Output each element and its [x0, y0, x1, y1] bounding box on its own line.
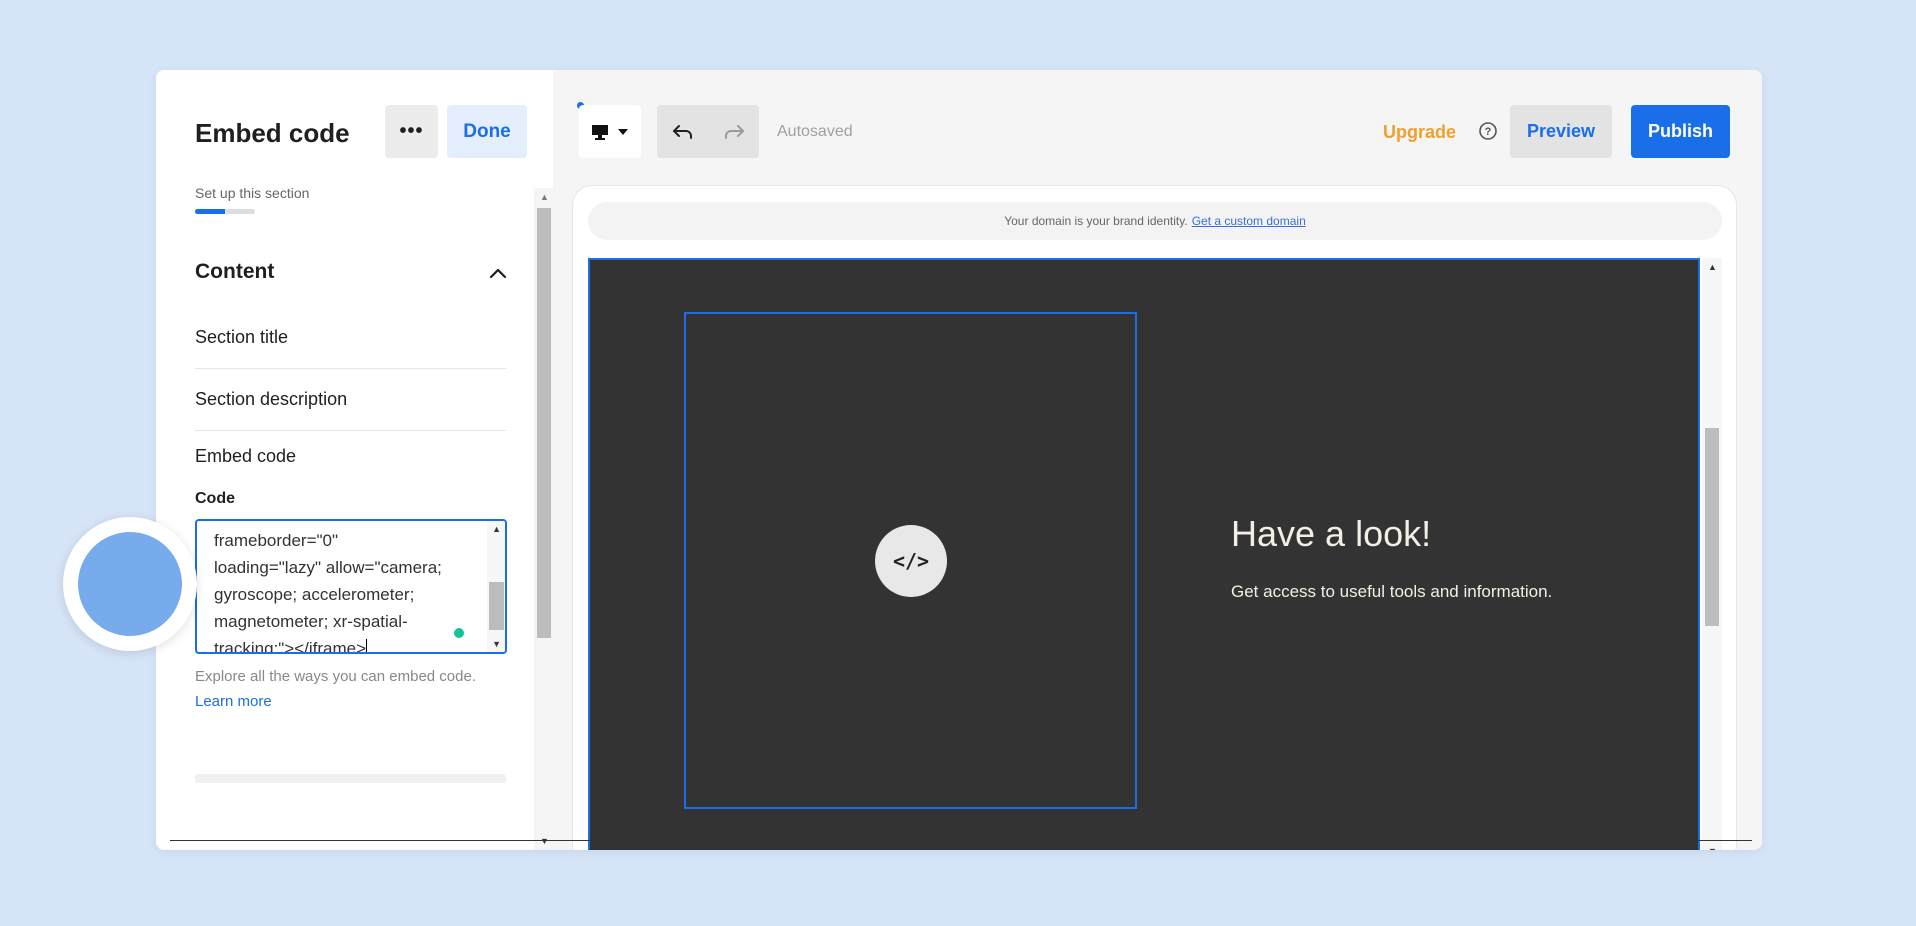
section-title-label: Section title: [195, 327, 289, 347]
site-preview-frame: Your domain is your brand identity. Get …: [572, 185, 1737, 850]
device-selector[interactable]: [579, 105, 641, 158]
undo-redo-group: [657, 105, 759, 158]
embed-section[interactable]: </> Have a look! Get access to useful to…: [588, 258, 1700, 850]
svg-text:?: ?: [1485, 126, 1492, 138]
code-scroll-thumb[interactable]: [489, 582, 504, 630]
scroll-down-icon[interactable]: ▼: [540, 836, 549, 846]
redo-icon: [724, 124, 744, 139]
editor-canvas-area: Autosaved Upgrade ? Preview Publish Your…: [553, 70, 1762, 850]
click-indicator-dot: [78, 532, 182, 636]
code-value: frameborder="0" loading="lazy" allow="ca…: [214, 527, 479, 652]
embed-code-label: Embed code: [195, 446, 297, 466]
upgrade-link[interactable]: Upgrade: [1383, 122, 1456, 143]
undo-button[interactable]: [657, 105, 708, 158]
panel-scroll-thumb[interactable]: [537, 208, 551, 638]
help-icon[interactable]: ?: [1478, 121, 1498, 141]
section-description-field[interactable]: Section description: [195, 369, 506, 431]
text-caret: [366, 639, 368, 652]
domain-banner: Your domain is your brand identity. Get …: [588, 202, 1722, 240]
scroll-up-icon[interactable]: ▲: [492, 524, 501, 534]
preview-scrollbar[interactable]: ▲ ▼: [1702, 258, 1722, 850]
done-button[interactable]: Done: [447, 105, 527, 158]
setup-progress-fill: [195, 209, 225, 214]
panel-title: Embed code: [195, 118, 350, 148]
publish-button[interactable]: Publish: [1631, 105, 1730, 158]
caret-down-icon: [618, 128, 628, 135]
bottom-divider: [170, 840, 1752, 841]
click-indicator: [63, 517, 197, 651]
section-title-field[interactable]: Section title: [195, 307, 506, 369]
chevron-up-icon[interactable]: [486, 262, 510, 286]
scroll-down-icon[interactable]: ▼: [1708, 846, 1717, 850]
code-label: Code: [195, 490, 235, 507]
redo-button[interactable]: [708, 105, 759, 158]
setup-label: Set up this section: [195, 185, 310, 201]
autosaved-status: Autosaved: [777, 123, 853, 140]
help-text: Explore all the ways you can embed code.: [195, 668, 476, 685]
domain-banner-text: Your domain is your brand identity.: [1004, 214, 1188, 228]
preview-button[interactable]: Preview: [1510, 105, 1612, 158]
editor-window: Embed code ••• Done Set up this section …: [156, 70, 1762, 850]
custom-domain-link[interactable]: Get a custom domain: [1192, 214, 1306, 228]
scroll-up-icon[interactable]: ▲: [540, 192, 549, 202]
code-icon: </>: [875, 525, 947, 597]
embed-placeholder[interactable]: </>: [684, 312, 1137, 809]
section-description-label: Section description: [195, 389, 348, 409]
more-options-button[interactable]: •••: [385, 105, 438, 158]
code-textarea[interactable]: frameborder="0" loading="lazy" allow="ca…: [195, 519, 507, 654]
section-description[interactable]: Get access to useful tools and informati…: [1231, 582, 1552, 602]
next-section-divider: [195, 774, 506, 783]
learn-more-link[interactable]: Learn more: [195, 693, 272, 710]
scroll-down-icon[interactable]: ▼: [492, 639, 501, 649]
undo-icon: [672, 124, 692, 139]
setup-progress: [195, 209, 255, 214]
preview-scroll-thumb[interactable]: [1705, 428, 1719, 626]
code-scrollbar[interactable]: ▲ ▼: [487, 521, 505, 652]
grammarly-indicator-icon[interactable]: [454, 628, 464, 638]
scroll-up-icon[interactable]: ▲: [1708, 262, 1717, 272]
section-title[interactable]: Have a look!: [1231, 513, 1431, 555]
panel-scrollbar[interactable]: ▲ ▼: [534, 188, 553, 850]
content-heading: Content: [195, 260, 275, 283]
section-settings-panel: Embed code ••• Done Set up this section …: [156, 70, 553, 850]
desktop-icon: [592, 124, 608, 140]
